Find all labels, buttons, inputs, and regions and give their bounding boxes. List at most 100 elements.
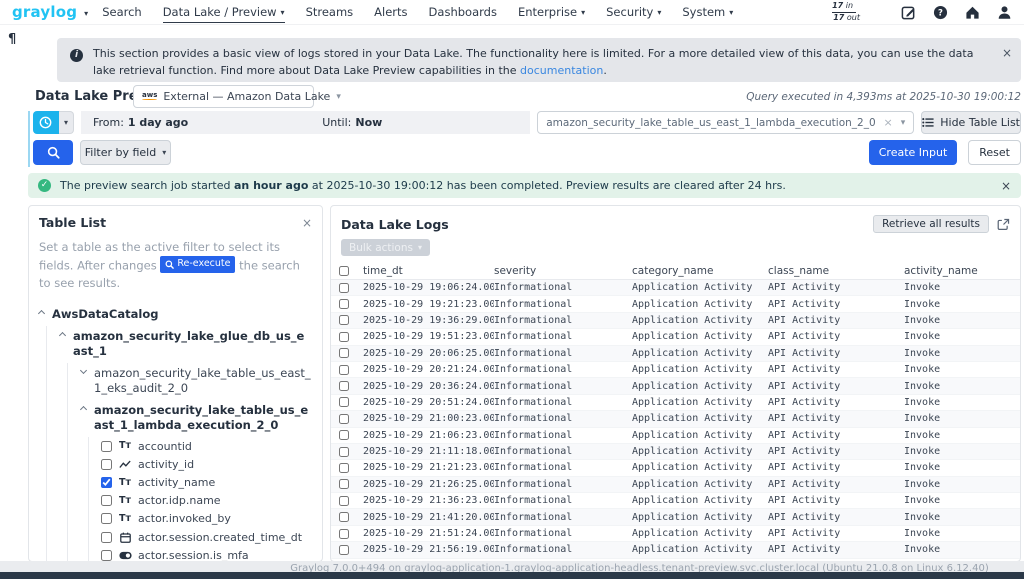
row-checkbox[interactable] (339, 430, 349, 440)
re-execute-button[interactable]: Re-execute (160, 256, 235, 272)
field-checkbox[interactable] (101, 477, 112, 488)
info-banner-close-icon[interactable]: × (1002, 44, 1012, 63)
chevron-down-icon[interactable]: ▾ (901, 118, 906, 128)
log-table-row[interactable]: 2025-10-29 21:21:23.000 Informational Ap… (331, 460, 1020, 476)
row-checkbox[interactable] (339, 299, 349, 309)
nav-menu-item[interactable]: Dashboards (429, 2, 497, 22)
filter-by-field-button[interactable]: Filter by field ▾ (80, 140, 171, 165)
row-checkbox[interactable] (339, 479, 349, 489)
data-lake-selector-dropdown[interactable]: aws External — Amazon Data Lake ▾ (133, 85, 314, 108)
clear-filter-icon[interactable]: × (884, 116, 893, 129)
log-table-row[interactable]: 2025-10-29 21:51:24.000 Informational Ap… (331, 526, 1020, 542)
graylog-logo[interactable]: graylog (12, 3, 77, 21)
tree-node-table-expanded[interactable]: amazon_security_lake_table_us_east_1_lam… (81, 400, 312, 437)
field-checkbox[interactable] (101, 513, 112, 524)
column-header[interactable]: severity (494, 265, 632, 277)
time-range-button[interactable] (33, 111, 59, 134)
compose-icon[interactable] (901, 5, 916, 20)
select-all-checkbox[interactable] (339, 266, 349, 276)
log-table-row[interactable]: 2025-10-29 21:11:18.000 Informational Ap… (331, 444, 1020, 460)
column-header[interactable]: class_name (768, 265, 904, 277)
row-checkbox[interactable] (339, 381, 349, 391)
log-table-row[interactable]: 2025-10-29 19:36:29.000 Informational Ap… (331, 313, 1020, 329)
nav-menu-item[interactable]: Security ▾ (606, 2, 661, 22)
log-table-row[interactable]: 2025-10-29 20:36:24.000 Informational Ap… (331, 378, 1020, 394)
nav-menu-item[interactable]: Alerts (374, 2, 407, 22)
bulk-actions-button[interactable]: Bulk actions ▾ (341, 239, 430, 256)
cell-class-name: API Activity (768, 479, 904, 490)
row-checkbox[interactable] (339, 332, 349, 342)
table-filter-select[interactable]: amazon_security_lake_table_us_east_1_lam… (537, 111, 914, 134)
field-list-item[interactable]: Tᴛ accountid (101, 437, 312, 455)
log-table-row[interactable]: 2025-10-29 19:06:24.000 Informational Ap… (331, 280, 1020, 296)
log-table-row[interactable]: 2025-10-29 20:21:24.000 Informational Ap… (331, 362, 1020, 378)
nav-menu-item[interactable]: Enterprise ▾ (518, 2, 585, 22)
log-table-row[interactable]: 2025-10-29 20:06:25.000 Informational Ap… (331, 346, 1020, 362)
field-checkbox[interactable] (101, 550, 112, 561)
throughput-indicator[interactable]: 17 in 17 out (828, 1, 860, 23)
log-table-row[interactable]: 2025-10-29 21:56:19.000 Informational Ap… (331, 542, 1020, 558)
job-banner-close-icon[interactable]: × (1001, 179, 1011, 193)
field-list-item[interactable]: actor.session.created_time_dt (101, 528, 312, 546)
field-list-item[interactable]: Tᴛ actor.idp.name (101, 492, 312, 510)
log-table-row[interactable]: 2025-10-29 21:36:23.000 Informational Ap… (331, 493, 1020, 509)
row-checkbox[interactable] (339, 365, 349, 375)
tree-node-database[interactable]: amazon_security_lake_glue_db_us_east_1 (60, 326, 312, 363)
external-link-icon[interactable] (997, 218, 1010, 231)
search-button[interactable] (33, 140, 73, 165)
row-checkbox[interactable] (339, 315, 349, 325)
pilcrow-toggle[interactable]: ¶ (8, 32, 16, 47)
row-checkbox[interactable] (339, 348, 349, 358)
data-lake-logs-panel: Data Lake Logs Retrieve all results Bulk… (330, 205, 1021, 562)
nav-menu-item[interactable]: Search (102, 2, 142, 22)
user-icon[interactable] (997, 5, 1012, 20)
field-checkbox[interactable] (101, 459, 112, 470)
row-checkbox[interactable] (339, 283, 349, 293)
database-label: amazon_security_lake_glue_db_us_east_1 (73, 329, 312, 360)
field-list-item[interactable]: Tᴛ activity_name (101, 473, 312, 491)
row-checkbox[interactable] (339, 447, 349, 457)
table-list-close-icon[interactable]: × (302, 216, 312, 230)
nav-menu-item[interactable]: Data Lake / Preview ▾ (163, 2, 285, 23)
column-header[interactable]: category_name (632, 265, 768, 277)
from-label: From: (93, 116, 124, 129)
time-range-display[interactable]: From: 1 day ago Until: Now (81, 111, 530, 134)
reset-button[interactable]: Reset (968, 140, 1021, 165)
help-icon[interactable]: ? (933, 5, 948, 20)
row-checkbox[interactable] (339, 463, 349, 473)
log-table-row[interactable]: 2025-10-29 21:26:25.000 Informational Ap… (331, 477, 1020, 493)
nav-menu-item[interactable]: Streams (306, 2, 354, 22)
create-input-button[interactable]: Create Input (869, 140, 958, 165)
row-checkbox[interactable] (339, 414, 349, 424)
documentation-link[interactable]: documentation (520, 64, 603, 77)
home-icon[interactable] (965, 5, 980, 20)
row-checkbox[interactable] (339, 529, 349, 539)
field-checkbox[interactable] (101, 441, 112, 452)
row-checkbox[interactable] (339, 512, 349, 522)
column-header[interactable]: activity_name (904, 265, 1020, 277)
row-checkbox[interactable] (339, 545, 349, 555)
time-range-dropdown-caret[interactable]: ▾ (59, 111, 74, 134)
cell-category-name: Application Activity (632, 364, 768, 375)
field-list-item[interactable]: Tᴛ actor.invoked_by (101, 510, 312, 528)
column-header[interactable]: time_dt (363, 265, 494, 277)
log-table-row[interactable]: 2025-10-29 21:06:23.000 Informational Ap… (331, 428, 1020, 444)
row-checkbox[interactable] (339, 496, 349, 506)
field-checkbox[interactable] (101, 532, 112, 543)
log-table-row[interactable]: 2025-10-29 20:51:24.000 Informational Ap… (331, 395, 1020, 411)
tree-node-table-collapsed[interactable]: amazon_security_lake_table_us_east_1_eks… (81, 363, 312, 400)
nav-menu-item[interactable]: System ▾ (682, 2, 733, 22)
field-checkbox[interactable] (101, 495, 112, 506)
log-table-row[interactable]: 2025-10-29 19:21:23.000 Informational Ap… (331, 296, 1020, 312)
row-checkbox[interactable] (339, 397, 349, 407)
hide-table-list-button[interactable]: Hide Table List (921, 111, 1021, 134)
tree-node-catalog[interactable]: AwsDataCatalog (39, 304, 312, 326)
cell-class-name: API Activity (768, 462, 904, 473)
log-table-row[interactable]: 2025-10-29 21:00:23.000 Informational Ap… (331, 411, 1020, 427)
field-list-item[interactable]: activity_id (101, 455, 312, 473)
log-table-row[interactable]: 2025-10-29 19:51:23.000 Informational Ap… (331, 329, 1020, 345)
brand-chevron-down-icon[interactable]: ▾ (84, 9, 88, 18)
log-table-row[interactable]: 2025-10-29 21:41:20.000 Informational Ap… (331, 509, 1020, 525)
retrieve-all-results-button[interactable]: Retrieve all results (873, 215, 989, 233)
field-list-item[interactable]: actor.session.is_mfa (101, 546, 312, 562)
